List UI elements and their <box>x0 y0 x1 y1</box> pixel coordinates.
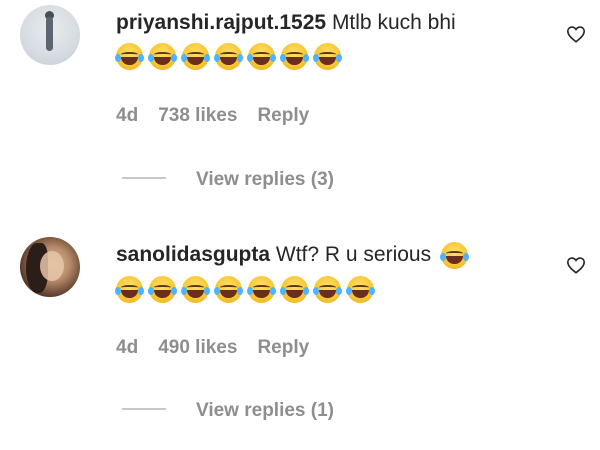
laughing-emoji-icon <box>439 242 469 269</box>
laughing-emoji-icon <box>181 276 210 303</box>
comment-username[interactable]: sanolidasgupta <box>116 243 270 266</box>
replies-divider <box>122 176 166 179</box>
laughing-emoji-icon <box>280 276 309 303</box>
laughing-emoji-icon <box>115 276 144 303</box>
laughing-emoji-icon <box>247 276 276 303</box>
comment-line: priyanshi.rajput.1525 Mtlb kuch bhi <box>116 10 456 36</box>
avatar-figure <box>46 17 53 51</box>
comment-time: 4d <box>116 337 139 358</box>
comment-line: sanolidasgupta Wtf? R u serious <box>116 242 474 269</box>
emoji-row <box>115 43 347 73</box>
reply-button[interactable]: Reply <box>257 337 309 358</box>
laughing-emoji-icon <box>313 276 342 303</box>
heart-outline-icon[interactable] <box>566 25 586 43</box>
laughing-emoji-icon <box>247 43 276 70</box>
laughing-emoji-icon <box>280 43 309 70</box>
laughing-emoji-icon <box>148 43 177 70</box>
laughing-emoji-icon <box>148 276 177 303</box>
emoji-row <box>115 276 380 306</box>
comment-text: Mtlb kuch bhi <box>331 11 456 34</box>
replies-divider <box>122 407 166 410</box>
avatar[interactable] <box>20 237 80 297</box>
laughing-emoji-icon <box>346 276 375 303</box>
comment-meta: 4d 490 likes Reply <box>116 337 329 359</box>
view-replies-label: View replies (1) <box>196 400 334 421</box>
comment-likes[interactable]: 490 likes <box>158 337 237 358</box>
view-replies-label: View replies (3) <box>196 169 334 190</box>
laughing-emoji-icon <box>115 43 144 70</box>
comment-meta: 4d 738 likes Reply <box>116 105 329 127</box>
comment-text: Wtf? R u serious <box>275 243 432 267</box>
comment-likes[interactable]: 738 likes <box>158 105 237 126</box>
comment-time: 4d <box>116 105 139 126</box>
view-replies-button[interactable]: View replies (3) <box>122 169 334 191</box>
laughing-emoji-icon <box>214 43 243 70</box>
avatar[interactable] <box>20 5 80 65</box>
laughing-emoji-icon <box>214 276 243 303</box>
view-replies-button[interactable]: View replies (1) <box>122 400 334 422</box>
reply-button[interactable]: Reply <box>257 105 309 126</box>
laughing-emoji-icon <box>181 43 210 70</box>
comment-username[interactable]: priyanshi.rajput.1525 <box>116 11 326 34</box>
heart-outline-icon[interactable] <box>566 256 586 274</box>
laughing-emoji-icon <box>313 43 342 70</box>
avatar-face <box>40 251 64 281</box>
